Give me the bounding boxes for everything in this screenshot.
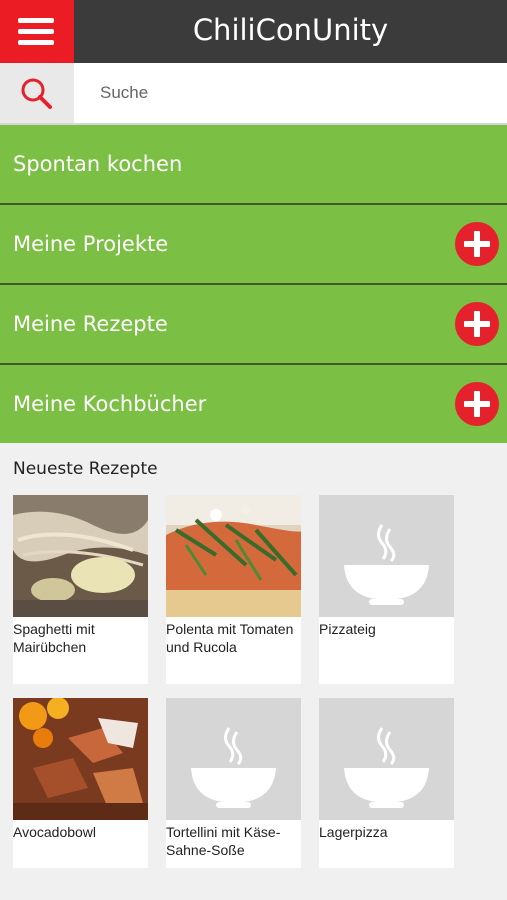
recipe-photo (13, 495, 148, 617)
add-rezept-button[interactable] (455, 302, 499, 346)
recipe-photo (166, 495, 301, 617)
nav-item-spontan-kochen[interactable]: Spontan kochen (0, 125, 507, 205)
recipe-placeholder (319, 495, 454, 617)
recipe-card[interactable]: Spaghetti mit Mairübchen (13, 495, 148, 684)
nav-item-label: Meine Kochbücher (13, 392, 207, 416)
hamburger-icon (18, 18, 54, 23)
recipe-name: Pizzateig (319, 621, 376, 637)
hamburger-icon (18, 29, 54, 34)
nav-item-label: Meine Projekte (13, 232, 169, 256)
add-projekt-button[interactable] (455, 222, 499, 266)
search-button[interactable] (0, 63, 74, 123)
recipe-name: Avocadobowl (13, 824, 97, 840)
recipe-card[interactable]: Tortellini mit Käse-Sahne-Soße (166, 698, 301, 868)
recipe-placeholder (166, 698, 301, 820)
search-input[interactable] (86, 73, 486, 113)
bowl-icon (344, 524, 429, 605)
app-title: ChiliConUnity (192, 13, 389, 47)
nav-item-label: Spontan kochen (13, 152, 183, 176)
nav-item-meine-kochbuecher[interactable]: Meine Kochbücher (0, 365, 507, 443)
nav-item-meine-projekte[interactable]: Meine Projekte (0, 205, 507, 285)
recipe-card[interactable]: Polenta mit Tomaten und Rucola (166, 495, 301, 684)
app-header: ChiliConUnity (0, 0, 507, 63)
recipe-name: Polenta mit Tomaten und Rucola (166, 621, 294, 655)
bowl-icon (344, 727, 429, 808)
recipe-card[interactable]: Lagerpizza (319, 698, 454, 868)
recipe-card[interactable]: Pizzateig (319, 495, 454, 684)
section-title: Neueste Rezepte (13, 459, 158, 479)
nav-item-label: Meine Rezepte (13, 312, 168, 336)
recipe-card[interactable]: Avocadobowl (13, 698, 148, 868)
bowl-icon (191, 727, 276, 808)
search-icon (21, 78, 52, 109)
recipe-name: Tortellini mit Käse-Sahne-Soße (166, 824, 281, 858)
hamburger-icon (18, 40, 54, 45)
nav-item-meine-rezepte[interactable]: Meine Rezepte (0, 285, 507, 365)
recipe-name: Lagerpizza (319, 824, 388, 840)
recipe-name: Spaghetti mit Mairübchen (13, 621, 95, 655)
recipe-placeholder (319, 698, 454, 820)
menu-button[interactable] (0, 0, 74, 63)
search-bar (0, 63, 507, 125)
recipe-photo (13, 698, 148, 820)
add-kochbuch-button[interactable] (455, 382, 499, 426)
